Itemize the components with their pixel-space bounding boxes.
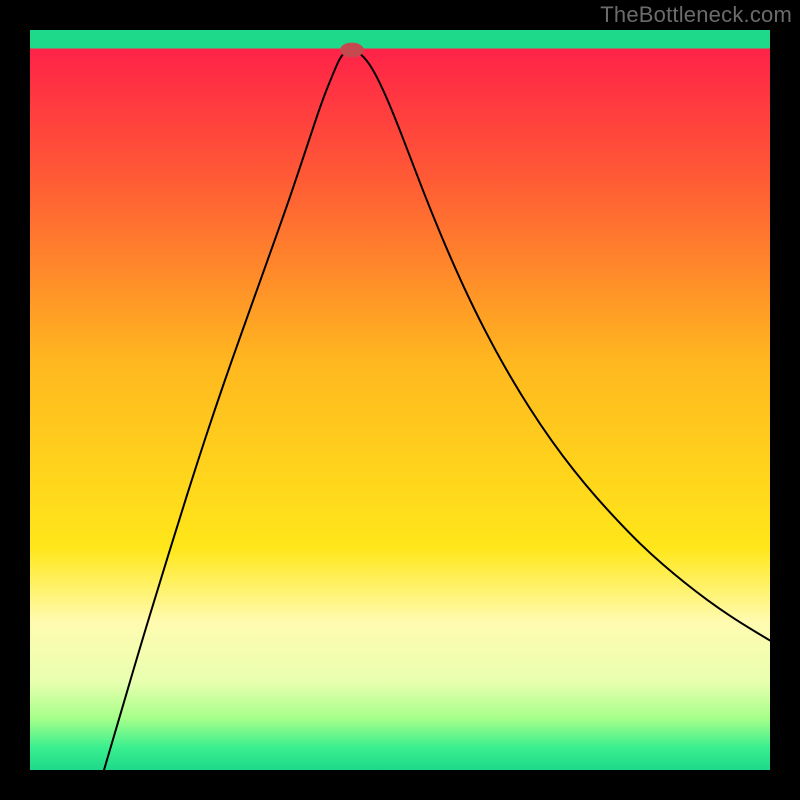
chart-frame: TheBottleneck.com — [0, 0, 800, 800]
gradient-background — [30, 30, 770, 770]
chart-plot-area — [30, 30, 770, 770]
watermark-label: TheBottleneck.com — [600, 2, 792, 28]
baseline-band — [30, 30, 770, 49]
chart-svg — [30, 30, 770, 770]
optimum-marker — [340, 43, 364, 58]
